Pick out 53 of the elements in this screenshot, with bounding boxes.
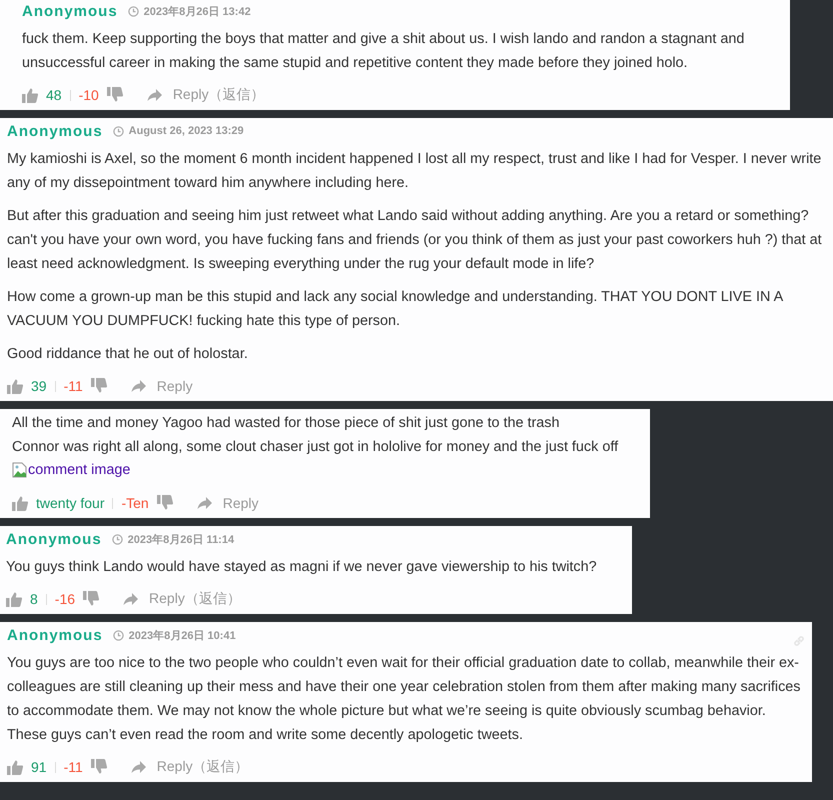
like-count: 48 (46, 87, 62, 103)
dislike-count: -16 (54, 591, 76, 607)
reply-link[interactable]: Reply (156, 378, 193, 394)
dislike-count: -Ten (121, 495, 149, 511)
reply-link[interactable]: Reply (222, 495, 259, 511)
thumbs-down-icon[interactable] (90, 759, 107, 775)
thumbs-down-icon[interactable] (83, 591, 100, 607)
clock-icon (112, 126, 124, 136)
image-alt-text: comment image (28, 461, 130, 480)
clock-icon (112, 534, 123, 544)
comment-text: My kamioshi is Axel, so the moment 6 month incident happened I lost all my respect, trust and like I had for Vesper. I never write any of my dissepointment toward him anywhere including here. (7, 150, 822, 193)
thumbs-up-icon[interactable] (7, 759, 23, 775)
thumbs-down-icon[interactable] (90, 378, 107, 394)
reply-arrow-icon[interactable] (130, 760, 147, 774)
thumbs-down-icon[interactable] (106, 87, 123, 103)
reply-link[interactable]: Reply（返信） (149, 590, 241, 608)
clock-icon (112, 630, 124, 640)
comment-text: fuck them. Keep supporting the boys that matter and give a shit about us. I wish lando and randon a stagnant and unsuccessful career in making the same stupid and repetitive content they made before they joined holo. (22, 30, 746, 73)
like-count: twenty four (36, 495, 104, 511)
comment-text: Good riddance that he out of holostar. (7, 345, 249, 364)
dislike-count: -11 (64, 759, 83, 775)
author-name: Anonymous (6, 530, 102, 548)
comment-date: August 26, 2023 13:29 (128, 125, 244, 137)
reply-arrow-icon[interactable] (123, 592, 140, 606)
link-icon[interactable] (792, 634, 806, 648)
comment-text: You guys are too nice to the two people who couldn’t even wait for their official graduation date to collab, meanwhile their ex-colleagues are still cleaning up their mess and have their one year celebration stolen from them after making many sacrifices to accommodate them. We may not know the whole picture but what we’re seeing is quite obviously scumbag behavior. These guys can’t even read the room and write some decently apologetic tweets. (7, 654, 802, 745)
dislike-count: -11 (64, 378, 83, 394)
dislike-count: -10 (78, 87, 99, 103)
comment-text: All the time and money Yagoo had wasted for those piece of shit just gone to the trash Connor was right all along, some clout chaser just got in hololive for money and the just fuck off (12, 414, 620, 457)
thumbs-up-icon[interactable] (7, 378, 23, 394)
thumbs-up-icon[interactable] (6, 591, 22, 607)
author-name: Anonymous (7, 122, 103, 140)
reply-link[interactable]: Reply（返信） (172, 86, 265, 104)
clock-icon (128, 6, 139, 16)
comment-date: 2023年8月26日 13:42 (144, 4, 251, 18)
thumbs-down-icon[interactable] (156, 495, 173, 511)
reply-link[interactable]: Reply（返信） (156, 758, 249, 776)
comment-date: 2023年8月26日 10:41 (128, 628, 236, 642)
comment-date: 2023年8月26日 11:14 (128, 532, 234, 546)
thumbs-up-icon[interactable] (12, 495, 28, 511)
author-name: Anonymous (22, 2, 118, 20)
reply-arrow-icon[interactable] (130, 379, 147, 393)
comment-text: You guys think Lando would have stayed as magni if we never gave viewership to his twitch? (6, 558, 598, 577)
like-count: 39 (31, 378, 47, 394)
reply-arrow-icon[interactable] (196, 496, 213, 510)
author-name: Anonymous (7, 626, 103, 644)
thumbs-up-icon[interactable] (22, 87, 38, 103)
like-count: 91 (31, 759, 47, 775)
comment-text: But after this graduation and seeing him just retweet what Lando said without adding anything. Are you a retard or something? can't you have your own word, you have fucking fans and friends (or you think of them as just your past coworkers huh ?) that at least need acknowledgment. Is sweeping everything under the rug your default mode in life? (7, 207, 823, 274)
comment-text: How come a grown-up man be this stupid and lack any social knowledge and understanding. THAT YOU DONT LIVE IN A VACUUM YOU DUMPFUCK! fucking hate this type of person. (7, 288, 784, 331)
like-count: 8 (30, 591, 38, 607)
reply-arrow-icon[interactable] (146, 88, 163, 102)
broken-image-icon (12, 462, 28, 478)
